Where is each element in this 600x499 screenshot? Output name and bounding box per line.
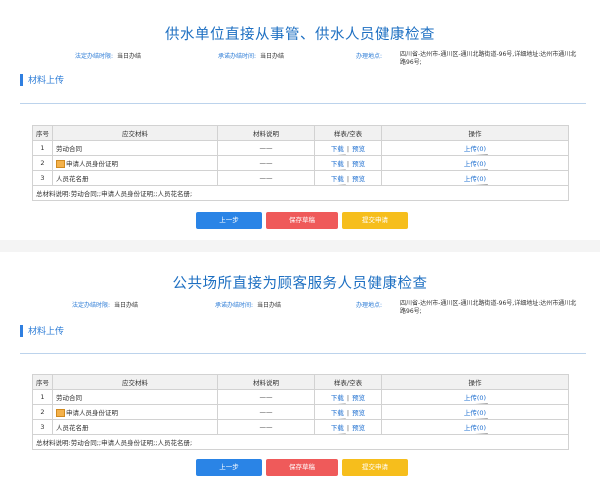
preview-link[interactable]: 预览 <box>352 175 365 183</box>
download-link[interactable]: 下载 <box>331 407 344 417</box>
folder-icon <box>56 409 65 417</box>
upload-link[interactable]: 上传(0) <box>464 173 486 183</box>
section-gap <box>0 240 600 252</box>
save-draft-button[interactable]: 保存草稿 <box>266 459 338 476</box>
table-header: 序号 应交材料 材料说明 样表/空表 操作 <box>32 374 569 390</box>
table-row: 2 申请人员身份证明 —— 下载 | 预览 上传(0) <box>32 404 569 420</box>
download-link[interactable]: 下载 <box>331 158 344 168</box>
table-row: 3 人员花名册 —— 下载 | 预览 上传(0) <box>32 419 569 435</box>
section-1: 供水单位直接从事管、供水人员健康检查 法定办结时限: 当日办结 承诺办结时间: 当日… <box>0 0 600 240</box>
place-label: 办理地点: <box>356 302 383 309</box>
place-value: 四川省-达州市-通川区-通川北路街道-96号,详细地址:达州市通川北路96号; <box>400 51 577 66</box>
legal-time: 法定办结时限: 当日办结 <box>75 53 142 60</box>
table-header: 序号 应交材料 材料说明 样表/空表 操作 <box>32 125 569 141</box>
heading-bar <box>20 73 23 86</box>
upload-heading: 材料上传 <box>20 73 64 86</box>
table-row: 1 劳动合同 —— 下载 | 预览 上传(0) <box>32 389 569 405</box>
upload-link[interactable]: 上传(0) <box>464 392 486 402</box>
table-row: 3 人员花名册 —— 下载 | 预览 上传(0) <box>32 170 569 186</box>
place-label: 办理地点: <box>356 53 383 60</box>
prev-button[interactable]: 上一步 <box>196 459 262 476</box>
legal-time: 法定办结时限: 当日办结 <box>72 302 139 309</box>
preview-link[interactable]: 预览 <box>352 409 365 417</box>
materials-table: 序号 应交材料 材料说明 样表/空表 操作 1 劳动合同 —— 下载 | 预览 上传… <box>32 125 569 201</box>
table-row: 1 劳动合同 —— 下载 | 预览 上传(0) <box>32 140 569 156</box>
save-draft-button[interactable]: 保存草稿 <box>266 212 338 229</box>
heading-bar <box>20 324 23 337</box>
submit-button[interactable]: 提交申请 <box>342 212 408 229</box>
upload-link[interactable]: 上传(0) <box>464 158 486 168</box>
upload-link[interactable]: 上传(0) <box>464 143 486 153</box>
preview-link[interactable]: 预览 <box>352 145 365 153</box>
promise-time: 承诺办结时间: 当日办结 <box>218 53 285 60</box>
preview-link[interactable]: 预览 <box>352 394 365 402</box>
preview-link[interactable]: 预览 <box>352 160 365 168</box>
upload-link[interactable]: 上传(0) <box>464 422 486 432</box>
promise-time: 承诺办结时间: 当日办结 <box>215 302 282 309</box>
download-link[interactable]: 下载 <box>331 173 344 183</box>
summary-row: 总材料说明:劳动合同;;申请人员身份证明;;人员花名册; <box>32 434 569 450</box>
page-title: 公共场所直接为顾客服务人员健康检查 <box>172 276 428 292</box>
page-title: 供水单位直接从事管、供水人员健康检查 <box>165 27 435 43</box>
download-link[interactable]: 下载 <box>331 143 344 153</box>
materials-table: 序号 应交材料 材料说明 样表/空表 操作 1 劳动合同 —— 下载 | 预览 上传… <box>32 374 569 450</box>
upload-link[interactable]: 上传(0) <box>464 407 486 417</box>
download-link[interactable]: 下载 <box>331 422 344 432</box>
preview-link[interactable]: 预览 <box>352 424 365 432</box>
download-link[interactable]: 下载 <box>331 392 344 402</box>
section-2: 公共场所直接为顾客服务人员健康检查 法定办结时限: 当日办结 承诺办结时间: 当日办… <box>0 252 600 499</box>
table-row: 2 申请人员身份证明 —— 下载 | 预览 上传(0) <box>32 155 569 171</box>
divider <box>20 353 586 354</box>
submit-button[interactable]: 提交申请 <box>342 459 408 476</box>
summary-row: 总材料说明:劳动合同;;申请人员身份证明;;人员花名册; <box>32 185 569 201</box>
divider <box>20 103 586 104</box>
upload-heading: 材料上传 <box>20 324 64 337</box>
prev-button[interactable]: 上一步 <box>196 212 262 229</box>
place-value: 四川省-达州市-通川区-通川北路街道-96号,详细地址:达州市通川北路96号; <box>400 300 577 315</box>
folder-icon <box>56 160 65 168</box>
